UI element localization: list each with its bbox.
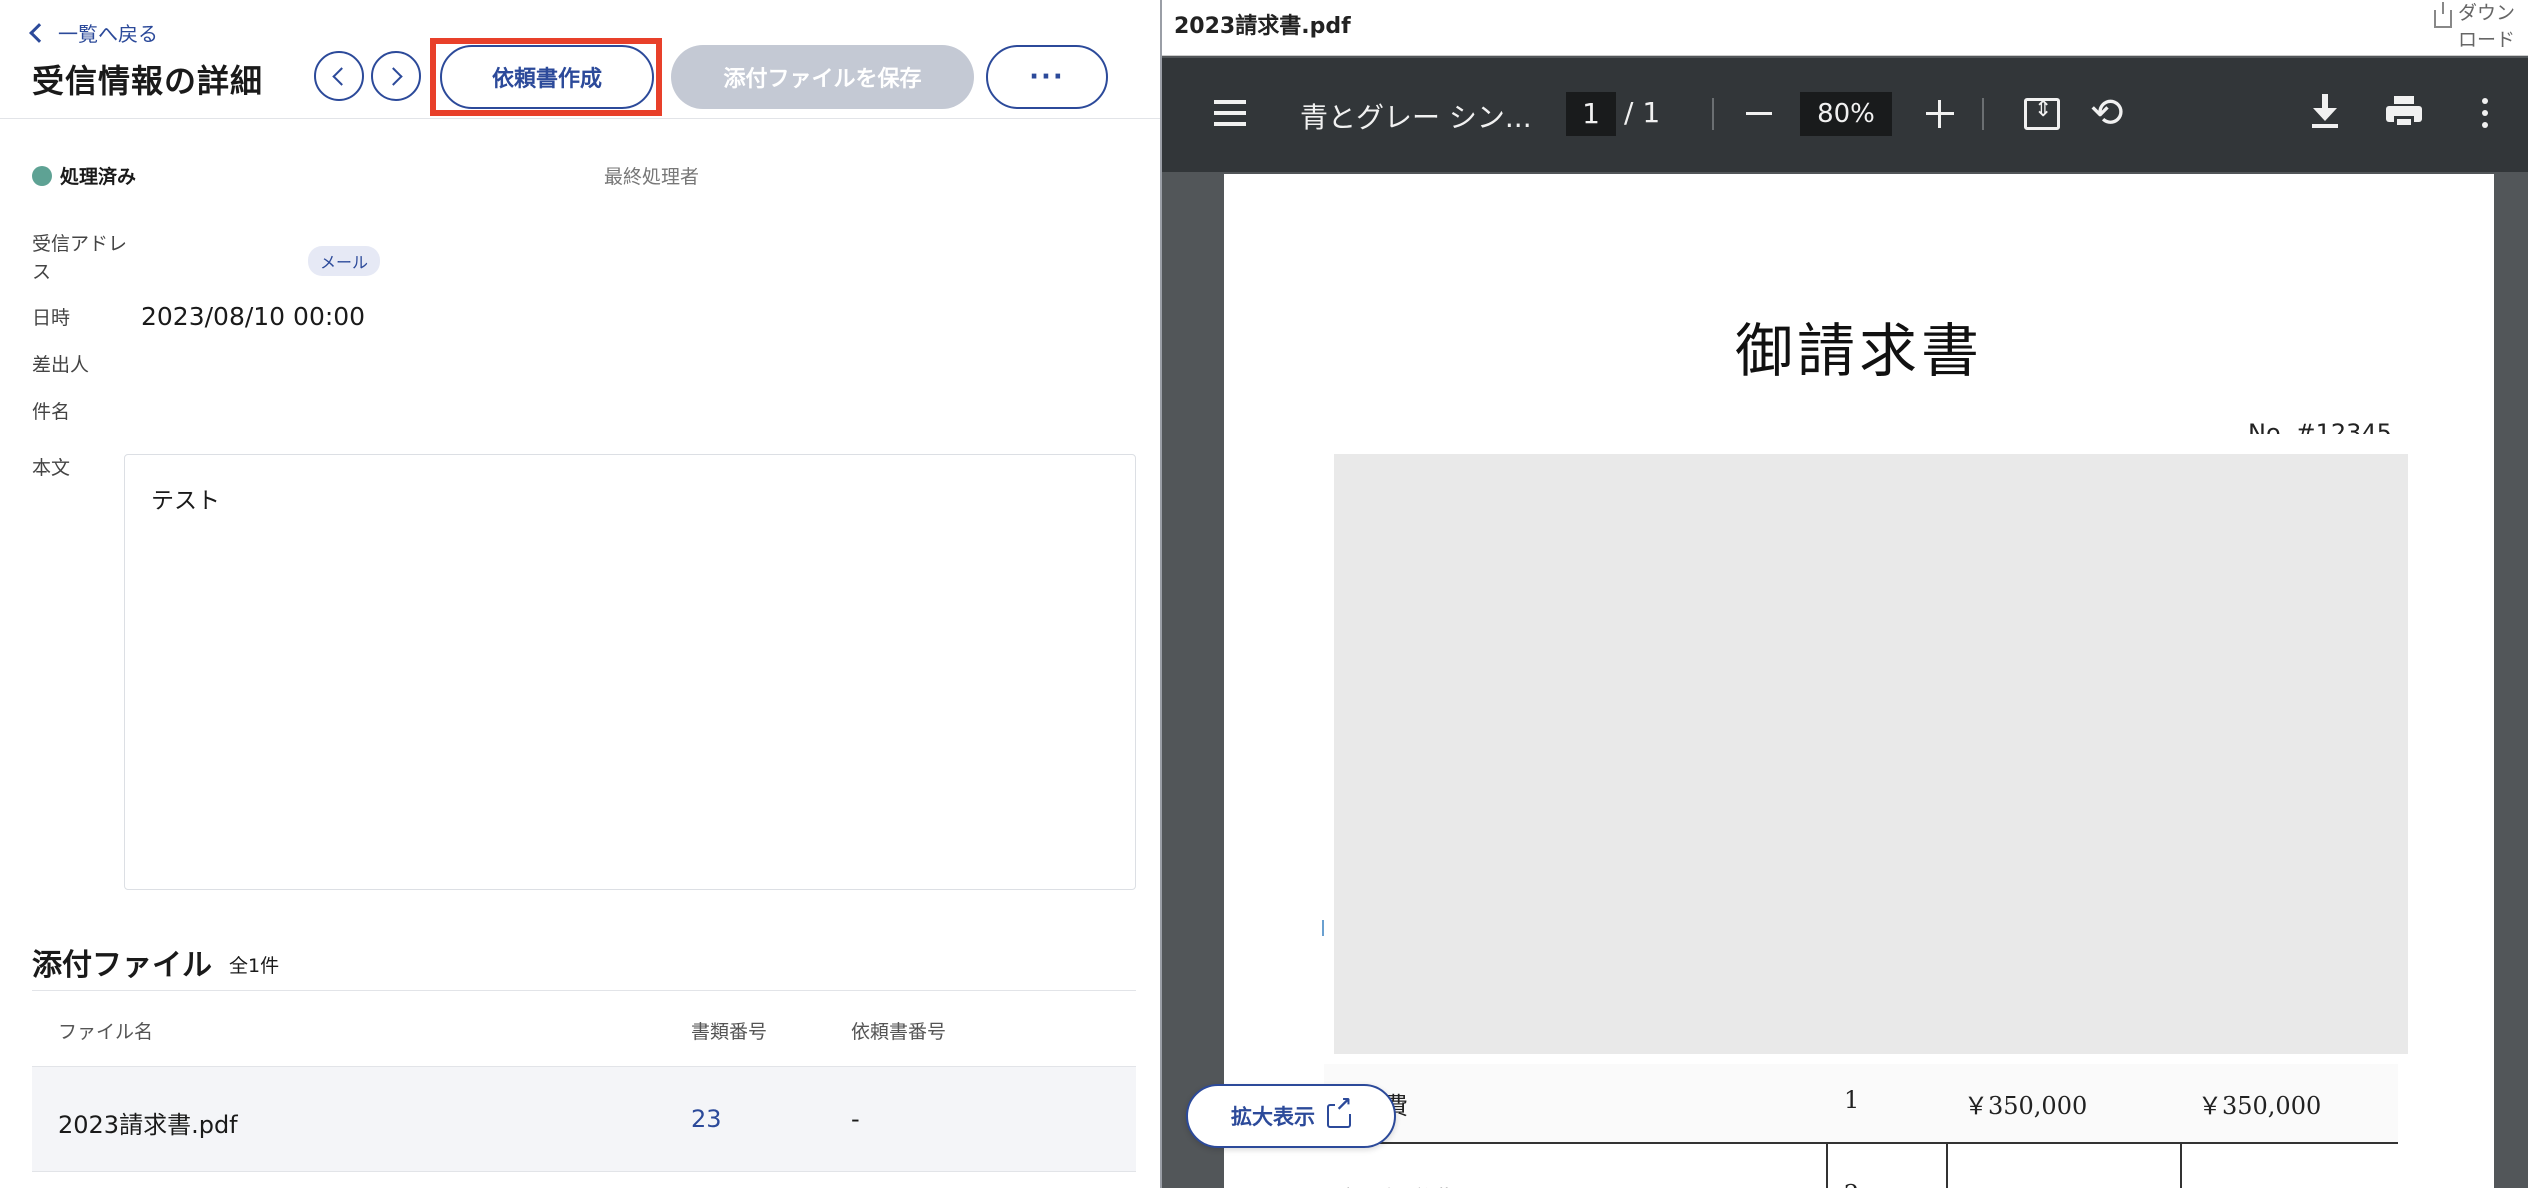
next-button[interactable] — [371, 51, 421, 101]
zoom-out-icon[interactable] — [1746, 112, 1772, 115]
table-row[interactable]: 2023請求書.pdf 23 - — [32, 1066, 1136, 1172]
rotate-icon[interactable]: ⟲ — [2090, 90, 2124, 136]
back-link[interactable]: 一覧へ戻る — [29, 18, 158, 47]
toolbar-separator — [1982, 98, 1984, 130]
expand-view-button[interactable]: 拡大表示 — [1186, 1084, 1396, 1148]
pdf-toolbar: 青とグレー シン... 1 / 1 80% ⟲ — [1162, 58, 2528, 172]
menu-icon[interactable] — [1214, 100, 1246, 133]
column-header-request-no: 依頼書番号 — [851, 1021, 947, 1043]
chevron-right-icon — [384, 66, 403, 86]
attachments-divider — [32, 990, 1136, 991]
qty-cell: 2 — [1844, 1180, 1859, 1188]
detail-pane: 一覧へ戻る 受信情報の詳細 依頼書作成 添付ファイルを保存 ··· 処理済み 最… — [0, 0, 1160, 1188]
unit-price-cell: ￥150,000 — [1964, 1180, 2087, 1188]
item-cell: 企画設営費 — [1336, 1180, 1456, 1188]
attachments-count: 全1件 — [229, 955, 280, 977]
highlight-box — [430, 38, 662, 116]
last-processor-label: 最終処理者 — [604, 166, 700, 188]
request-no-cell: - — [851, 1105, 860, 1133]
column-header-doc-no: 書類番号 — [691, 1021, 768, 1043]
download-link[interactable]: ダウンロード — [2434, 0, 2528, 54]
amount-cell: ￥150,000 — [2198, 1180, 2321, 1188]
column-header-file-name: ファイル名 — [58, 1021, 154, 1043]
datetime-label: 日時 — [32, 307, 71, 329]
chevron-left-icon — [332, 66, 351, 86]
chevron-left-icon — [29, 22, 49, 43]
zoom-in-icon[interactable] — [1926, 100, 1954, 128]
address-label: 受信アドレス — [32, 233, 128, 283]
doc-no-link[interactable]: 23 — [691, 1105, 722, 1133]
pdf-page: 御請求書 No. #12345 企画費 1 ￥350,000 ￥350,000 … — [1224, 174, 2494, 1188]
address-type-badge: メール — [308, 246, 381, 276]
header-divider — [0, 118, 1160, 119]
attachments-title: 添付ファイル — [32, 948, 212, 983]
prev-button[interactable] — [314, 51, 364, 101]
download-label: ダウンロード — [2458, 2, 2516, 51]
invoice-row: 企画設営費 2 ￥150,000 ￥150,000 — [1324, 1142, 2398, 1188]
unit-price-cell: ￥350,000 — [1964, 1092, 2088, 1120]
page-total: / 1 — [1624, 96, 1661, 129]
body-label: 本文 — [32, 457, 71, 479]
body-content-box: テスト — [124, 454, 1136, 890]
datetime-value: 2023/08/10 00:00 — [141, 302, 366, 331]
save-attachment-button[interactable]: 添付ファイルを保存 — [671, 45, 974, 109]
fit-page-icon[interactable] — [2024, 97, 2060, 130]
invoice-table: 企画費 1 ￥350,000 ￥350,000 企画設営費 2 ￥150,000… — [1324, 1064, 2398, 1188]
subject-label: 件名 — [32, 401, 71, 423]
page-title: 受信情報の詳細 — [32, 62, 264, 100]
text-cursor-mark — [1322, 920, 1324, 936]
invoice-row: 企画費 1 ￥350,000 ￥350,000 — [1324, 1064, 2398, 1142]
amount-cell: ￥350,000 — [2198, 1092, 2322, 1120]
status-badge: 処理済み — [32, 162, 136, 189]
pdf-doc-title: 青とグレー シン... — [1300, 101, 1532, 134]
body-content: テスト — [151, 488, 220, 514]
invoice-title: 御請求書 — [1734, 317, 1983, 385]
pdf-download-icon[interactable] — [2312, 94, 2338, 130]
preview-file-name: 2023請求書.pdf — [1174, 14, 1351, 39]
back-link-label: 一覧へ戻る — [58, 22, 158, 46]
expand-view-label: 拡大表示 — [1231, 1105, 1315, 1129]
pdf-preview-pane: 2023請求書.pdf ダウンロード 青とグレー シン... 1 / 1 80%… — [1162, 0, 2528, 1188]
zoom-input[interactable]: 80% — [1800, 92, 1892, 136]
toolbar-separator — [1712, 98, 1714, 130]
status-label: 処理済み — [60, 166, 137, 188]
preview-header: 2023請求書.pdf ダウンロード — [1162, 0, 2528, 56]
qty-cell: 1 — [1844, 1086, 1860, 1114]
sender-label: 差出人 — [32, 354, 90, 376]
redacted-area — [1334, 454, 2408, 1054]
file-name-cell: 2023請求書.pdf — [58, 1111, 238, 1139]
page-number-input[interactable]: 1 — [1566, 92, 1616, 136]
more-button[interactable]: ··· — [986, 45, 1108, 109]
status-dot-icon — [32, 165, 52, 186]
download-icon — [2434, 2, 2452, 28]
print-icon[interactable] — [2386, 96, 2422, 128]
more-vert-icon[interactable] — [2482, 98, 2488, 134]
external-link-icon — [1327, 1094, 1352, 1128]
invoice-number: No. #12345 — [2248, 419, 2392, 434]
